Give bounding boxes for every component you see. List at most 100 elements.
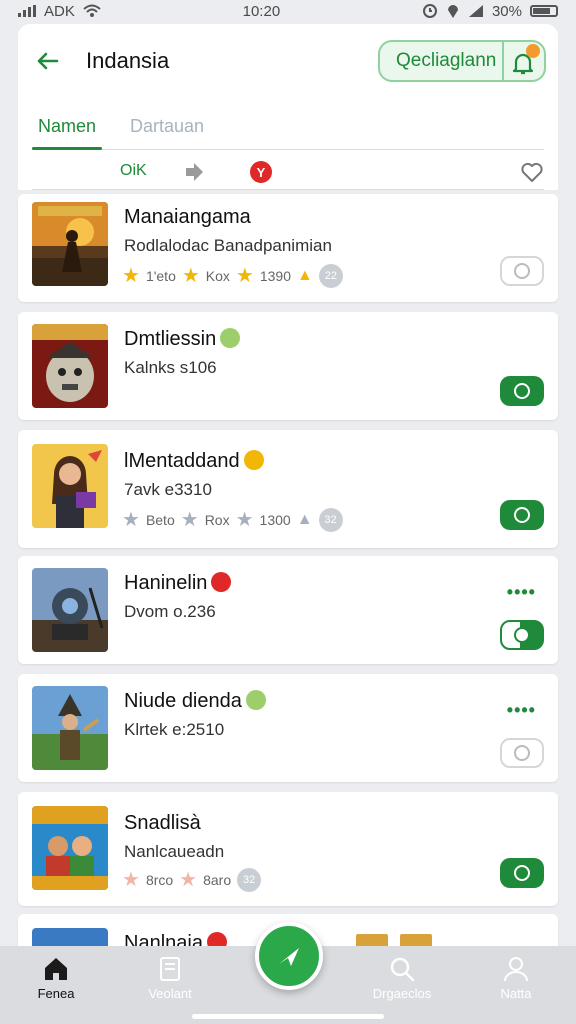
list-item[interactable]: Dmtliessin Kalnks s106 [18, 312, 558, 420]
status-bar: ADK 10:20 30% [0, 0, 576, 22]
item-title: Dmtliessin [124, 327, 241, 351]
item-subtitle: Rodlalodac Banadpanimian [124, 236, 332, 255]
nav-item-library[interactable]: Veolant [120, 954, 220, 1001]
page-title: Indansia [86, 48, 170, 73]
gold-badge-icon [243, 449, 264, 470]
tab-dartauan[interactable]: Dartauan [130, 116, 204, 137]
play-ring-icon [514, 507, 530, 523]
star-icon: ★ [181, 265, 200, 287]
star-icon: ★ [235, 509, 254, 531]
nav-label: Veolant [148, 986, 192, 1001]
list-item[interactable]: lMentaddand 7avk e3310 ★ Beto ★ Rox ★ 1300 … [18, 430, 558, 548]
nav-item-home[interactable]: Fenea [6, 954, 106, 1001]
nav-item-profile[interactable]: Natta [466, 954, 566, 1001]
thumbnail-art-3 [32, 444, 108, 528]
red-y-badge-icon[interactable]: Y [250, 161, 272, 183]
item-title: lMentaddand [124, 449, 264, 473]
star-icon: ★ [180, 509, 199, 531]
meta-value: Beto [145, 512, 175, 528]
wifi-icon [83, 4, 101, 17]
filter-row: OiK Y [32, 154, 544, 190]
play-ring-icon [514, 745, 530, 761]
item-action-button[interactable] [500, 620, 544, 650]
list-item[interactable]: Snadlisà Nanlcaueadn ★ 8rco ★ 8aro 32 [18, 792, 558, 906]
item-title-text: lMentaddand [124, 450, 240, 472]
star-icon: ★ [122, 265, 140, 287]
more-dots-icon[interactable]: •••• [507, 700, 536, 721]
item-meta: ★ 1'eto ★ Kox ★ 1390 ▲ 22 [122, 264, 343, 288]
game-thumbnail [32, 686, 108, 770]
thumbnail-art-1 [32, 202, 108, 286]
carrier-label: ADK [44, 2, 75, 20]
game-thumbnail [32, 202, 108, 286]
arrow-left-icon[interactable] [32, 46, 62, 76]
search-icon [390, 957, 415, 982]
red-badge-icon [211, 571, 232, 592]
item-action-button[interactable] [500, 858, 544, 888]
tab-bar: Namen Dartauan [32, 112, 544, 150]
item-meta: ★ 8rco ★ 8aro 32 [122, 868, 262, 892]
nav-label: Drgaeclos [372, 986, 432, 1001]
meta-value: 8aro [203, 872, 232, 888]
item-subtitle: Kalnks s106 [124, 358, 217, 377]
header-card: Indansia Qecliaglann Namen Dartauan OiK … [18, 24, 558, 190]
top-app-bar: Indansia Qecliaglann [18, 24, 558, 100]
notification-badge [526, 44, 540, 58]
verified-badge-icon [245, 689, 266, 710]
home-indicator[interactable] [192, 1014, 384, 1019]
item-action-button[interactable] [500, 376, 544, 406]
location-icon [447, 5, 458, 18]
nav-label: Fenea [37, 986, 75, 1001]
filter-ok-label[interactable]: OiK [120, 162, 147, 180]
fab-button[interactable] [255, 922, 323, 990]
game-thumbnail [32, 806, 108, 890]
item-action-button[interactable] [500, 738, 544, 768]
meta-value: 8rco [145, 872, 174, 888]
status-right: 30% [422, 3, 558, 20]
download-button[interactable]: Qecliaglann [378, 40, 546, 82]
list-item[interactable]: Niude dienda Klrtek e:2510 •••• [18, 674, 558, 782]
item-meta: ★ Beto ★ Rox ★ 1300 ▲ 32 [122, 508, 343, 532]
item-title-text: Dmtliessin [124, 328, 217, 350]
item-action-button[interactable] [500, 500, 544, 530]
status-time: 10:20 [242, 2, 281, 20]
thumbnail-art-4 [32, 568, 108, 652]
count-badge: 22 [318, 264, 343, 288]
item-title: Niude dienda [124, 689, 266, 713]
status-left: ADK [18, 3, 101, 20]
item-title-text: Haninelin [124, 572, 208, 594]
tab-namen[interactable]: Namen [38, 116, 96, 137]
meta-value: Kox [205, 268, 230, 284]
thumbnail-art-2 [32, 324, 108, 408]
alarm-icon [422, 4, 437, 18]
thumbnail-art-6 [32, 806, 108, 890]
meta-value: 1'eto [145, 268, 176, 284]
list-item[interactable]: Manaiangama Rodlalodac Banadpanimian ★ 1'… [18, 194, 558, 302]
item-subtitle: Klrtek e:2510 [124, 720, 225, 739]
item-subtitle: Dvom o.236 [124, 602, 216, 621]
nav-item-search[interactable]: Drgaeclos [352, 954, 452, 1001]
star-icon: ★ [235, 265, 254, 287]
star-icon: ★ [179, 869, 198, 891]
item-title: Haninelin [124, 571, 232, 595]
verified-badge-icon [220, 327, 241, 348]
item-subtitle: Nanlcaueadn [124, 842, 225, 861]
signal-icon [18, 5, 36, 17]
meta-value: Rox [204, 512, 230, 528]
play-ring-icon [514, 627, 530, 643]
item-action-button[interactable] [500, 256, 544, 286]
meta-value: 1300 [259, 512, 291, 528]
download-button-label: Qecliaglann [396, 50, 497, 71]
item-title-text: Niude dienda [124, 690, 242, 712]
share-arrow-icon[interactable] [182, 160, 206, 184]
game-thumbnail [32, 324, 108, 408]
heart-icon[interactable] [520, 160, 544, 184]
count-badge: 32 [318, 508, 343, 532]
meta-value: 1390 [259, 268, 292, 284]
library-icon [160, 957, 180, 981]
more-dots-icon[interactable]: •••• [507, 582, 536, 603]
download-button-divider [502, 42, 504, 80]
list-item[interactable]: Haninelin Dvom o.236 •••• [18, 556, 558, 664]
battery-percent: 30% [491, 2, 522, 20]
item-title: Snadlisà [124, 812, 201, 834]
